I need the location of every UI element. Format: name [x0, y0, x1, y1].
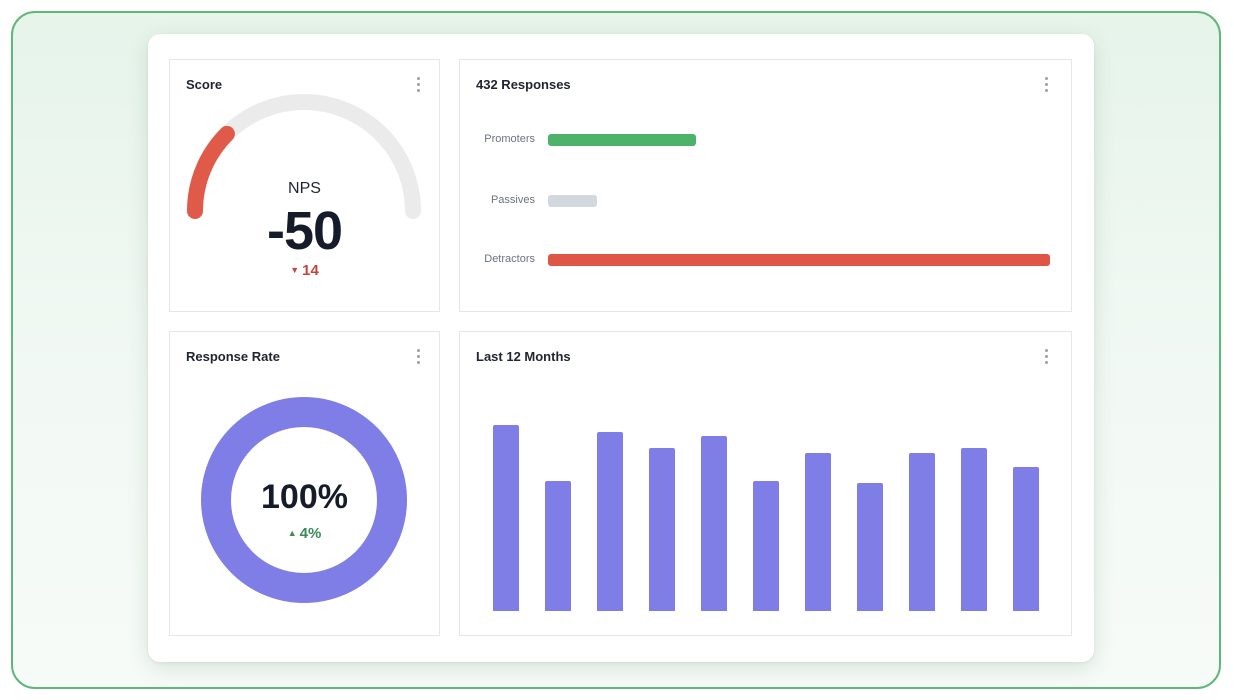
response-rate-change-value: 4%	[299, 525, 322, 542]
response-rate-value: 100%	[261, 478, 348, 516]
month-bar	[857, 483, 883, 611]
passives-label: Passives	[490, 194, 535, 206]
months-bar-chart	[460, 332, 1071, 635]
month-bar	[597, 432, 623, 611]
triangle-down-icon: ▼	[290, 265, 300, 275]
month-bar	[1013, 467, 1039, 611]
responses-row-promoters: Promoters	[460, 133, 1071, 147]
nps-value: -50	[266, 201, 343, 261]
score-panel: Score NPS -50 ▼ 14	[169, 59, 440, 312]
responses-row-detractors: Detractors	[460, 253, 1071, 267]
detractors-label: Detractors	[484, 253, 535, 265]
promoters-track	[548, 134, 1050, 146]
detractors-bar	[548, 254, 1050, 266]
responses-row-passives: Passives	[460, 194, 1071, 208]
passives-bar	[548, 195, 597, 207]
triangle-up-icon: ▲	[287, 528, 297, 538]
responses-title: 432 Responses	[476, 77, 571, 92]
month-bar	[753, 481, 779, 611]
promoters-label: Promoters	[484, 133, 535, 145]
responses-menu-icon[interactable]	[1041, 77, 1051, 95]
month-bar	[909, 453, 935, 611]
nps-change-value: 14	[302, 262, 319, 279]
nps-change: ▼ 14	[170, 262, 439, 279]
responses-panel: 432 Responses Promoters Passives Detract…	[459, 59, 1072, 312]
month-bar	[701, 436, 727, 611]
response-rate-panel: Response Rate 100% ▲ 4%	[169, 331, 440, 636]
response-rate-change: ▲ 4%	[170, 525, 439, 542]
months-panel: Last 12 Months	[459, 331, 1072, 636]
month-bar	[545, 481, 571, 611]
detractors-track	[548, 254, 1050, 266]
promoters-bar	[548, 134, 697, 146]
month-bar	[493, 425, 519, 611]
passives-track	[548, 195, 1050, 207]
month-bar	[961, 448, 987, 611]
month-bar	[805, 453, 831, 611]
month-bar	[649, 448, 675, 611]
dashboard-card: Score NPS -50 ▼ 14 432 Responses Promoter…	[148, 34, 1094, 662]
nps-label: NPS	[288, 180, 321, 197]
dashboard-frame: Score NPS -50 ▼ 14 432 Responses Promoter…	[11, 11, 1221, 689]
